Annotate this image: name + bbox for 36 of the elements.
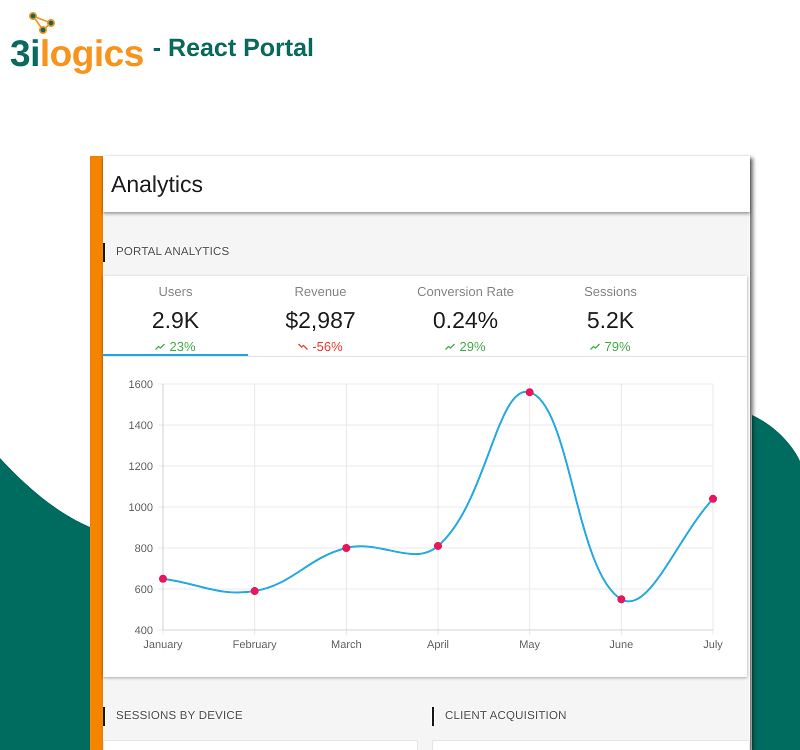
data-point xyxy=(159,574,167,583)
trend-up-icon xyxy=(155,343,166,351)
y-tick-label: 800 xyxy=(134,543,153,555)
y-tick-label: 1000 xyxy=(128,502,153,514)
stat-tab[interactable]: Conversion Rate 0.24% 29% xyxy=(393,276,538,356)
y-tick-label: 1600 xyxy=(128,379,153,391)
trend-up-icon xyxy=(445,343,456,351)
section-heading: CLIENT ACQUISITION xyxy=(432,707,567,726)
data-point xyxy=(434,542,442,550)
section-heading: PORTAL ANALYTICS xyxy=(103,243,230,262)
data-point xyxy=(617,595,626,604)
data-point xyxy=(526,388,534,396)
x-tick-label: March xyxy=(331,639,362,651)
y-tick-label: 1400 xyxy=(128,420,153,432)
y-tick-label: 600 xyxy=(134,584,153,596)
x-tick-label: June xyxy=(609,639,634,651)
trend-up-icon xyxy=(590,343,600,351)
network-nodes-icon xyxy=(29,12,57,34)
x-tick-label: May xyxy=(519,639,540,651)
logo-tagline: - React Portal xyxy=(152,33,314,63)
stat-tab[interactable]: Revenue $2,987 -56% xyxy=(248,276,393,356)
x-tick-label: July xyxy=(703,639,723,651)
y-tick-label: 400 xyxy=(134,625,153,637)
trend-down-icon xyxy=(298,343,308,351)
x-tick-label: April xyxy=(427,639,449,651)
page-title: Analytics xyxy=(111,170,204,198)
x-tick-label: January xyxy=(143,639,183,651)
stat-tab[interactable]: Sessions 5.2K 79% xyxy=(538,276,683,356)
data-point xyxy=(342,544,350,552)
section-heading: SESSIONS BY DEVICE xyxy=(103,707,243,726)
data-point xyxy=(709,494,717,503)
data-point xyxy=(250,587,259,596)
x-tick-label: February xyxy=(232,639,277,651)
y-tick-label: 1200 xyxy=(128,461,153,473)
logo-text: 3ilogics xyxy=(10,34,144,74)
stat-tab[interactable]: Users 2.9K 23% xyxy=(103,276,248,356)
